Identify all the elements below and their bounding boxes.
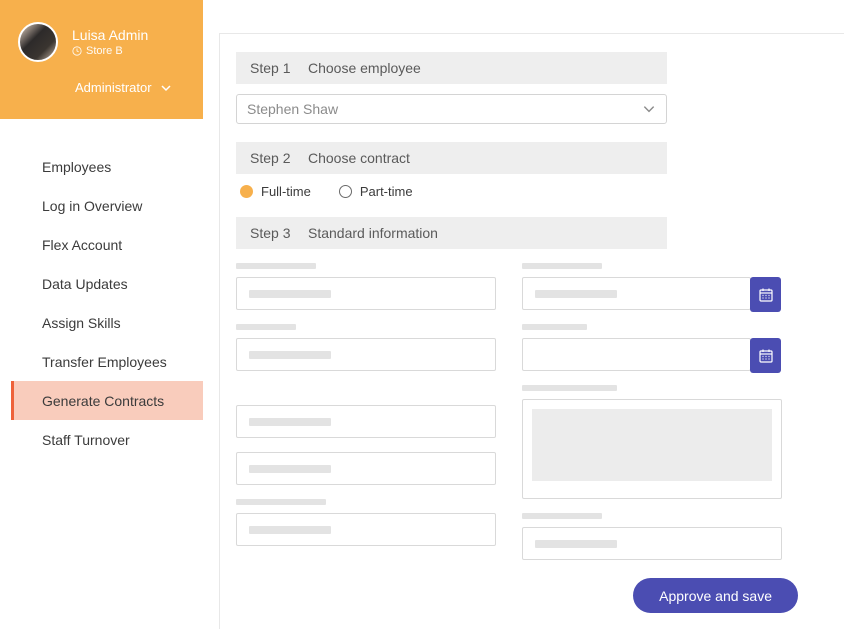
field-label-placeholder xyxy=(522,385,617,391)
sidebar-item-label: Staff Turnover xyxy=(42,432,130,448)
field-value-placeholder xyxy=(249,418,331,426)
sidebar-item-label: Flex Account xyxy=(42,237,122,253)
role-label: Administrator xyxy=(75,80,152,95)
user-name: Luisa Admin xyxy=(72,27,148,43)
store-label: Store B xyxy=(86,45,123,57)
content-card: Step 1 Choose employee Stephen Shaw Step… xyxy=(219,33,844,629)
field-label-placeholder xyxy=(522,513,602,519)
calendar-button[interactable] xyxy=(750,277,781,312)
step-1-number: Step 1 xyxy=(236,60,308,76)
sidebar-item-label: Log in Overview xyxy=(42,198,142,214)
sidebar-nav: Employees Log in Overview Flex Account D… xyxy=(0,119,203,459)
text-input[interactable] xyxy=(236,452,496,485)
radio-label: Full-time xyxy=(261,184,311,199)
avatar[interactable] xyxy=(18,22,58,62)
sidebar-header: Luisa Admin Store B Administrator xyxy=(0,0,203,119)
date-input[interactable] xyxy=(522,277,751,310)
form-right-column xyxy=(522,263,782,574)
sidebar-item-login-overview[interactable]: Log in Overview xyxy=(11,186,203,225)
form-area xyxy=(236,263,798,574)
sidebar-item-generate-contracts[interactable]: Generate Contracts xyxy=(11,381,203,420)
chevron-down-icon xyxy=(160,82,172,94)
step-2-number: Step 2 xyxy=(236,150,308,166)
step-1-title: Choose employee xyxy=(308,60,421,76)
approve-label: Approve and save xyxy=(659,588,772,604)
field-value-placeholder xyxy=(249,526,331,534)
employee-select-value: Stephen Shaw xyxy=(247,101,338,117)
text-input[interactable] xyxy=(522,527,782,560)
field-label-placeholder xyxy=(522,324,587,330)
radio-dot-icon xyxy=(339,185,352,198)
radio-full-time[interactable]: Full-time xyxy=(240,184,311,199)
field-label-placeholder xyxy=(236,263,316,269)
field-value-placeholder xyxy=(249,465,331,473)
calendar-icon xyxy=(758,287,774,303)
radio-label: Part-time xyxy=(360,184,413,199)
role-selector[interactable]: Administrator xyxy=(75,80,185,95)
field-label-placeholder xyxy=(522,263,602,269)
calendar-icon xyxy=(758,348,774,364)
sidebar-item-label: Transfer Employees xyxy=(42,354,167,370)
sidebar-item-label: Employees xyxy=(42,159,111,175)
field-value-placeholder xyxy=(535,290,617,298)
clock-icon xyxy=(72,46,82,56)
chevron-down-icon xyxy=(642,102,656,116)
sidebar-item-data-updates[interactable]: Data Updates xyxy=(11,264,203,303)
field-value-placeholder xyxy=(249,290,331,298)
text-input[interactable] xyxy=(236,513,496,546)
sidebar-item-assign-skills[interactable]: Assign Skills xyxy=(11,303,203,342)
field-value-placeholder xyxy=(249,351,331,359)
text-input[interactable] xyxy=(236,338,496,371)
textarea-input[interactable] xyxy=(522,399,782,499)
radio-part-time[interactable]: Part-time xyxy=(339,184,413,199)
step-3-title: Standard information xyxy=(308,225,438,241)
main: Step 1 Choose employee Stephen Shaw Step… xyxy=(203,0,844,629)
text-input[interactable] xyxy=(236,405,496,438)
form-left-column xyxy=(236,263,496,574)
calendar-button[interactable] xyxy=(750,338,781,373)
sidebar-item-staff-turnover[interactable]: Staff Turnover xyxy=(11,420,203,459)
field-label-placeholder xyxy=(236,499,326,505)
sidebar-item-employees[interactable]: Employees xyxy=(11,147,203,186)
approve-save-button[interactable]: Approve and save xyxy=(633,578,798,613)
step-3-number: Step 3 xyxy=(236,225,308,241)
step-2-title: Choose contract xyxy=(308,150,410,166)
radio-dot-icon xyxy=(240,185,253,198)
field-label-placeholder xyxy=(236,324,296,330)
employee-select[interactable]: Stephen Shaw xyxy=(236,94,667,124)
date-input[interactable] xyxy=(522,338,751,371)
sidebar-item-flex-account[interactable]: Flex Account xyxy=(11,225,203,264)
step-1-header: Step 1 Choose employee xyxy=(236,52,667,84)
user-store: Store B xyxy=(72,45,148,57)
sidebar-item-label: Generate Contracts xyxy=(42,393,164,409)
contract-type-radio-group: Full-time Part-time xyxy=(236,184,798,199)
sidebar: Luisa Admin Store B Administrator xyxy=(0,0,203,629)
step-3-header: Step 3 Standard information xyxy=(236,217,667,249)
textarea-placeholder xyxy=(532,409,772,481)
sidebar-item-label: Data Updates xyxy=(42,276,128,292)
step-2-header: Step 2 Choose contract xyxy=(236,142,667,174)
sidebar-item-transfer-employees[interactable]: Transfer Employees xyxy=(11,342,203,381)
text-input[interactable] xyxy=(236,277,496,310)
field-value-placeholder xyxy=(535,540,617,548)
sidebar-item-label: Assign Skills xyxy=(42,315,121,331)
